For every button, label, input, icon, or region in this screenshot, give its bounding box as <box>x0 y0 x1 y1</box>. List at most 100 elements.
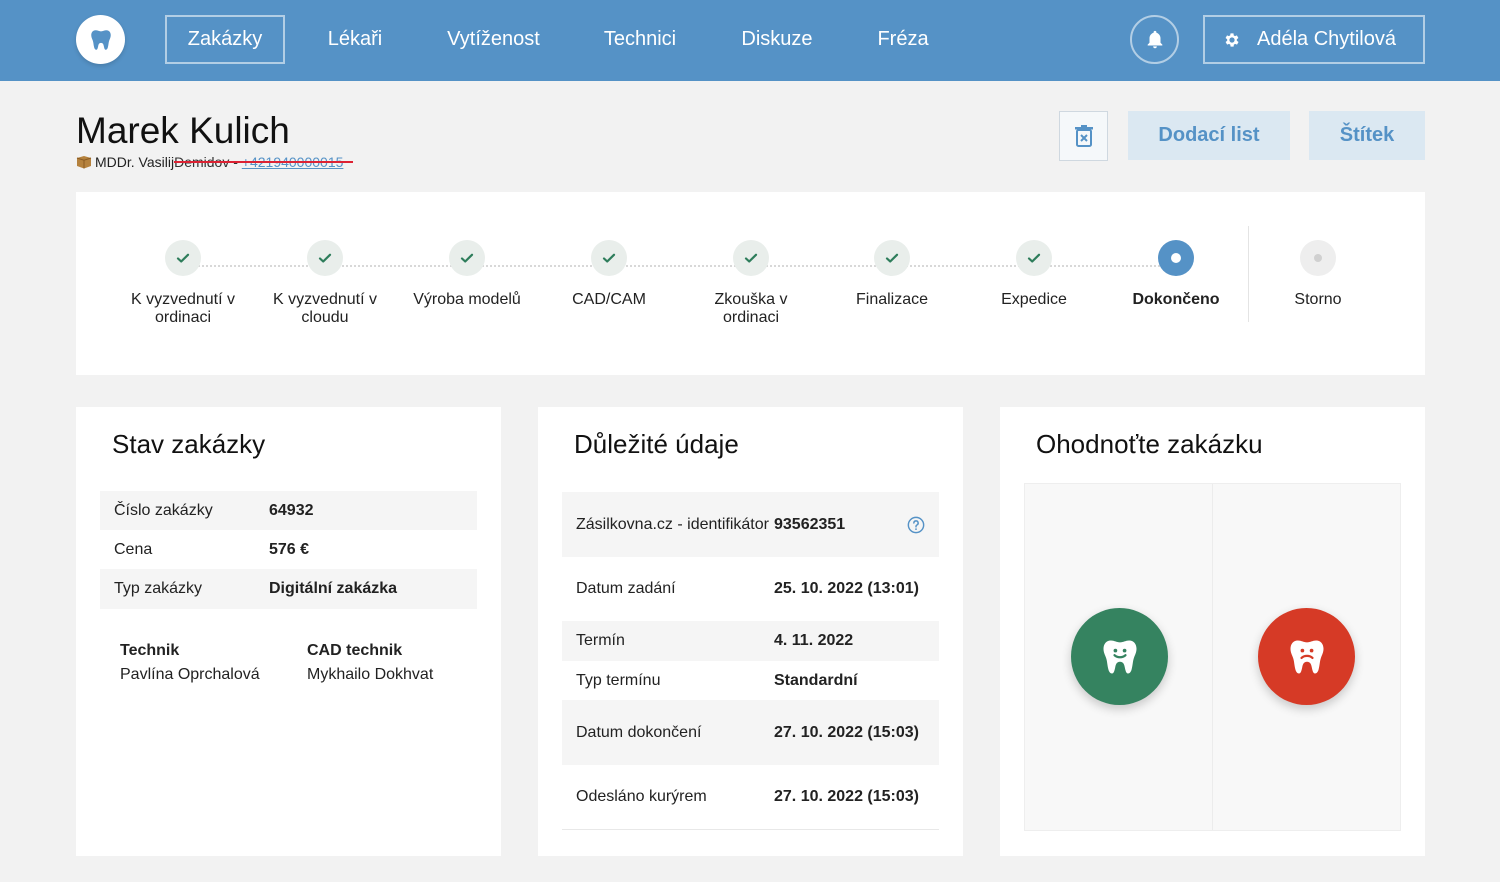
row-value: 4. 11. 2022 <box>774 632 854 649</box>
table-row: Datum zadání 25. 10. 2022 (13:01) <box>562 557 939 621</box>
table-row: Termín 4. 11. 2022 <box>562 621 939 661</box>
table-row: Datum dokončení 27. 10. 2022 (15:03) <box>562 700 939 765</box>
table-row: Cena 576 € <box>100 530 477 569</box>
row-key: Termín <box>576 632 625 649</box>
important-info-card: Důležité údaje Zásilkovna.cz - identifik… <box>538 407 963 856</box>
tooth-logo-icon <box>90 29 111 50</box>
package-icon <box>76 156 92 169</box>
rate-order-title: Ohodnoťte zakázku <box>1036 429 1263 459</box>
table-row: Typ zakázky Digitální zakázka <box>100 569 477 609</box>
cad-technician-label: CAD technik <box>307 642 403 659</box>
nav-diskuze[interactable]: Diskuze <box>731 15 823 64</box>
step-9[interactable]: Storno <box>1247 240 1389 309</box>
nav-zakazky[interactable]: Zakázky <box>165 15 285 64</box>
check-icon <box>733 240 769 276</box>
row-key: Datum dokončení <box>576 723 702 741</box>
check-icon <box>307 240 343 276</box>
bell-icon <box>1147 30 1162 48</box>
row-value: Standardní <box>774 671 858 689</box>
step-label: CAD/CAM <box>572 291 646 308</box>
user-menu-button[interactable]: Adéla Chytilová <box>1203 15 1425 64</box>
happy-tooth-icon <box>1103 640 1136 673</box>
important-info-title: Důležité údaje <box>574 429 739 459</box>
doctor-line: MDDr. Vasilij Demidov - +421940000015 <box>76 154 354 170</box>
user-name: Adéla Chytilová <box>1257 28 1396 50</box>
check-icon <box>165 240 201 276</box>
delivery-note-button[interactable]: Dodací list <box>1128 111 1290 160</box>
step-3[interactable]: Výroba modelů <box>396 240 538 309</box>
order-status-card: Stav zakázky Číslo zakázky 64932 Cena 57… <box>76 407 501 856</box>
row-value: 27. 10. 2022 (15:03) <box>774 788 919 805</box>
rate-order-card: Ohodnoťte zakázku <box>1000 407 1425 856</box>
technician-name: Pavlína Oprchalová <box>120 666 260 683</box>
row-key: Typ termínu <box>576 671 661 689</box>
rate-good-button[interactable] <box>1071 608 1168 705</box>
nav-freza[interactable]: Fréza <box>866 15 940 64</box>
step-2[interactable]: K vyzvednutí v cloudu <box>254 240 396 327</box>
doctor-name: MDDr. Vasilij <box>95 154 175 170</box>
step-label: Dokončeno <box>1132 291 1220 308</box>
row-value: 93562351 <box>774 515 846 533</box>
table-row: Číslo zakázky 64932 <box>100 491 477 530</box>
rating-area <box>1024 483 1401 831</box>
help-icon[interactable] <box>907 516 925 534</box>
step-1[interactable]: K vyzvednutí v ordinaci <box>112 240 254 327</box>
page-title: Marek Kulich <box>76 110 290 151</box>
table-row: Zásilkovna.cz - identifikátor 93562351 <box>562 492 939 557</box>
row-key: Zásilkovna.cz - identifikátor <box>576 515 769 533</box>
important-info-table: Zásilkovna.cz - identifikátor 93562351 D… <box>562 492 939 830</box>
check-icon <box>874 240 910 276</box>
trash-icon <box>1074 125 1093 147</box>
step-5[interactable]: Zkouška v ordinaci <box>680 240 822 327</box>
row-key: Cena <box>114 540 153 558</box>
doctor-surname-struck: Demidov - +421940000015 <box>174 154 354 170</box>
rating-divider <box>1212 484 1213 830</box>
nav-lekari[interactable]: Lékaři <box>315 15 395 64</box>
top-nav: Zakázky Lékaři Vytíženost Technici Disku… <box>0 0 1500 81</box>
step-label: K vyzvednutí v ordinaci <box>130 291 236 326</box>
nav-technici[interactable]: Technici <box>594 15 686 64</box>
assigned-people: Technik Pavlína Oprchalová CAD technik M… <box>120 642 433 684</box>
technician-block: Technik Pavlína Oprchalová <box>120 642 307 684</box>
row-key: Datum zadání <box>576 580 676 597</box>
step-7[interactable]: Expedice <box>963 240 1105 309</box>
notifications-button[interactable] <box>1130 15 1179 64</box>
check-icon <box>449 240 485 276</box>
table-row: Typ termínu Standardní <box>562 661 939 700</box>
row-value: Digitální zakázka <box>269 580 398 597</box>
pending-step-icon <box>1300 240 1336 276</box>
step-label: Expedice <box>1001 291 1067 308</box>
step-label: Výroba modelů <box>413 291 521 308</box>
step-label: Finalizace <box>855 291 929 308</box>
sad-tooth-icon <box>1290 640 1323 673</box>
step-6[interactable]: Finalizace <box>821 240 963 309</box>
order-status-table: Číslo zakázky 64932 Cena 576 € Typ zakáz… <box>100 491 477 609</box>
cad-technician-name: Mykhailo Dokhvat <box>307 666 434 683</box>
check-icon <box>591 240 627 276</box>
order-status-title: Stav zakázky <box>112 429 266 459</box>
row-value: 27. 10. 2022 (15:03) <box>774 723 919 741</box>
step-label: Zkouška v ordinaci <box>714 291 788 326</box>
logo[interactable] <box>76 15 125 64</box>
delete-button[interactable] <box>1059 111 1108 161</box>
step-label: Storno <box>1294 291 1342 308</box>
order-progress-stepper: K vyzvednutí v ordinaci K vyzvednutí v cl… <box>76 192 1425 375</box>
technician-label: Technik <box>120 642 180 659</box>
gear-icon <box>1223 31 1241 49</box>
cad-technician-block: CAD technik Mykhailo Dokhvat <box>307 642 433 684</box>
row-value: 576 € <box>269 540 310 558</box>
step-label: K vyzvednutí v cloudu <box>272 291 378 326</box>
nav-vytizenost[interactable]: Vytíženost <box>436 15 551 64</box>
row-key: Typ zakázky <box>114 580 203 597</box>
row-key: Číslo zakázky <box>114 501 213 519</box>
row-value: 64932 <box>269 501 314 519</box>
rate-bad-button[interactable] <box>1258 608 1355 705</box>
table-row: Odesláno kurýrem 27. 10. 2022 (15:03) <box>562 765 939 830</box>
row-value: 25. 10. 2022 (13:01) <box>774 580 919 597</box>
step-8[interactable]: Dokončeno <box>1105 240 1247 309</box>
step-4[interactable]: CAD/CAM <box>538 240 680 309</box>
current-step-icon <box>1158 240 1194 276</box>
check-icon <box>1016 240 1052 276</box>
row-key: Odesláno kurýrem <box>576 788 707 805</box>
label-button[interactable]: Štítek <box>1309 111 1425 160</box>
